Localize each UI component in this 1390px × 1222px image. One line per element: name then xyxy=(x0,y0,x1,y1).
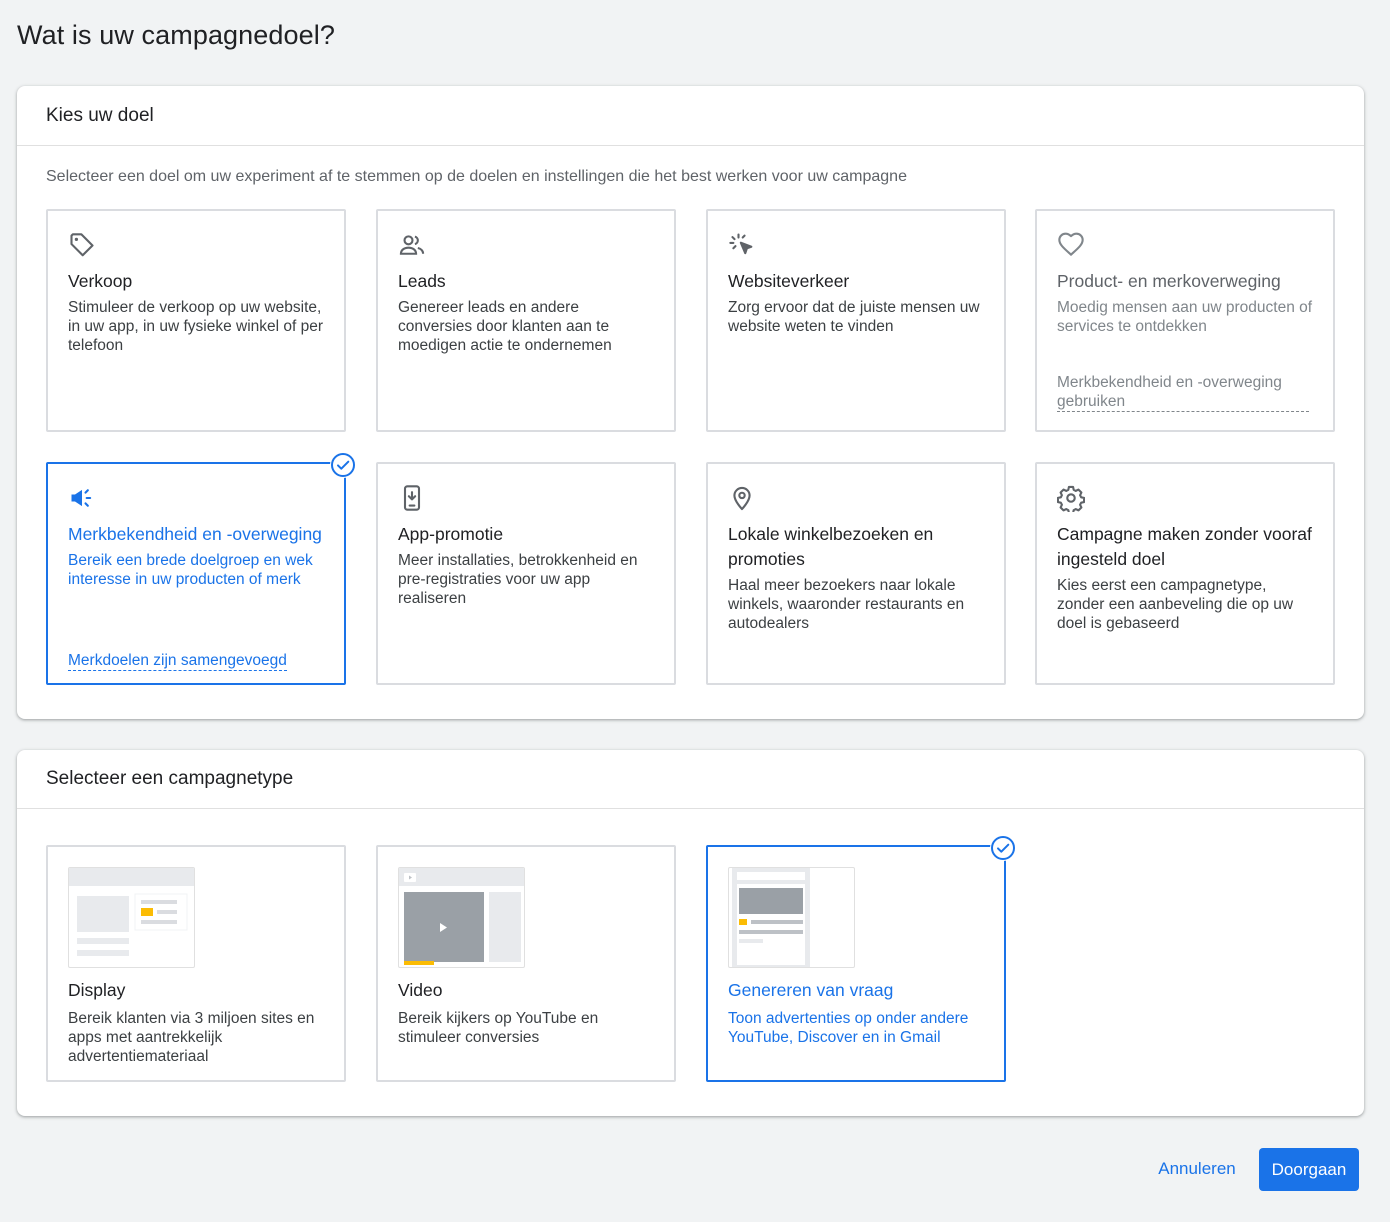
goal-card-website-traffic[interactable]: Websiteverkeer Zorg ervoor dat de juiste… xyxy=(706,209,1006,432)
goal-card-no-goal[interactable]: Campagne maken zonder vooraf ingesteld d… xyxy=(1035,462,1335,685)
goal-card-product-brand-consideration: Product- en merkoverweging Moedig mensen… xyxy=(1035,209,1335,432)
selected-check-icon xyxy=(990,835,1016,861)
goal-card-title: Product- en merkoverweging xyxy=(1057,271,1281,291)
campaign-type-panel: Selecteer een campagnetype Display Berei… xyxy=(17,750,1364,1116)
campaign-type-panel-title: Selecteer een campagnetype xyxy=(17,750,1364,809)
display-thumbnail xyxy=(68,867,195,968)
type-card-demand-gen[interactable]: Genereren van vraag Toon advertenties op… xyxy=(706,835,1016,1082)
goal-card-title: Websiteverkeer xyxy=(728,271,850,291)
goal-card-title: Leads xyxy=(398,271,446,291)
type-card-title: Video xyxy=(398,980,443,1000)
goal-panel-title: Kies uw doel xyxy=(17,86,1364,146)
goal-card-app-promotion[interactable]: App-promotie Meer installaties, betrokke… xyxy=(376,462,676,685)
people-icon xyxy=(398,231,426,259)
goal-card-title: Merkbekendheid en -overweging xyxy=(68,524,322,544)
type-card-display[interactable]: Display Bereik klanten via 3 miljoen sit… xyxy=(46,845,346,1082)
heart-icon xyxy=(1057,231,1085,259)
brand-goals-merged-link[interactable]: Merkdoelen zijn samengevoegd xyxy=(68,651,287,671)
gear-icon xyxy=(1056,484,1086,515)
use-brand-awareness-link[interactable]: Merkbekendheid en -overweging gebruiken xyxy=(1057,373,1309,412)
goal-card-text: Genereer leads en andere conversies door… xyxy=(398,299,612,354)
goal-card-brand-awareness[interactable]: Merkbekendheid en -overweging Bereik een… xyxy=(46,452,356,685)
goal-card-text: Moedig mensen aan uw producten of servic… xyxy=(1057,299,1313,335)
goal-card-title: Campagne maken zonder vooraf ingesteld d… xyxy=(1057,524,1312,569)
goal-card-text: Zorg ervoor dat de juiste mensen uw webs… xyxy=(728,299,980,335)
type-card-title: Genereren van vraag xyxy=(728,980,894,1000)
goal-card-text: Kies eerst een campagnetype, zonder een … xyxy=(1057,577,1294,632)
selected-check-icon xyxy=(330,452,356,478)
type-card-text: Bereik kijkers op YouTube en stimuleer c… xyxy=(398,1010,599,1046)
video-thumbnail xyxy=(398,867,525,968)
demand-gen-thumbnail xyxy=(728,867,855,968)
goal-panel: Kies uw doel Selecteer een doel om uw ex… xyxy=(17,86,1364,719)
type-card-text: Bereik klanten via 3 miljoen sites en ap… xyxy=(68,1010,315,1065)
goal-card-title: Lokale winkelbezoeken en promoties xyxy=(728,524,934,569)
goal-card-title: App-promotie xyxy=(398,524,504,544)
type-card-video[interactable]: Video Bereik kijkers op YouTube en stimu… xyxy=(376,845,676,1082)
goal-panel-description: Selecteer een doel om uw experiment af t… xyxy=(46,168,907,185)
goal-card-text: Meer installaties, betrokkenheid en pre-… xyxy=(398,552,638,607)
goal-card-text: Haal meer bezoekers naar lokale winkels,… xyxy=(728,577,965,632)
location-pin-icon xyxy=(728,484,756,512)
goal-card-text: Bereik een brede doelgroep en wek intere… xyxy=(68,552,313,588)
cancel-button[interactable]: Annuleren xyxy=(1147,1148,1247,1190)
type-card-title: Display xyxy=(68,980,126,1000)
goal-card-local-store-visits[interactable]: Lokale winkelbezoeken en promoties Haal … xyxy=(706,462,1006,685)
megaphone-icon xyxy=(68,484,96,512)
page-title: Wat is uw campagnedoel? xyxy=(17,20,335,50)
phone-download-icon xyxy=(398,484,426,512)
cursor-click-icon xyxy=(728,231,756,259)
goal-card-title: Verkoop xyxy=(68,271,133,291)
goal-card-leads[interactable]: Leads Genereer leads en andere conversie… xyxy=(376,209,676,432)
goal-card-text: Stimuleer de verkoop op uw website, in u… xyxy=(68,299,324,354)
goal-card-sales[interactable]: Verkoop Stimuleer de verkoop op uw websi… xyxy=(46,209,346,432)
continue-button[interactable]: Doorgaan xyxy=(1259,1148,1359,1191)
type-card-text: Toon advertenties op onder andere YouTub… xyxy=(728,1010,969,1046)
tag-icon xyxy=(68,231,96,259)
